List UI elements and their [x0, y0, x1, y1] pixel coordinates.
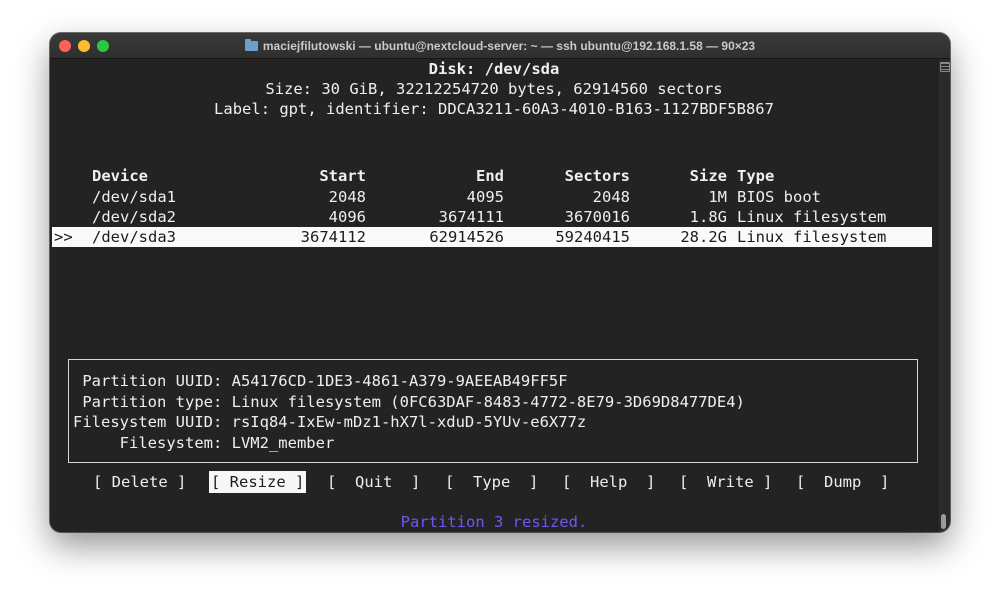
row-start: 2048: [328, 188, 366, 206]
scrollbar-thumb[interactable]: [941, 514, 946, 529]
scroll-marks-icon: [940, 62, 950, 72]
row-type: Linux filesystem: [737, 228, 887, 246]
resize-button[interactable]: [ Resize ]: [209, 471, 307, 493]
window-title: maciejfilutowski — ubuntu@nextcloud-serv…: [262, 38, 756, 53]
terminal-window: maciejfilutowski — ubuntu@nextcloud-serv…: [50, 33, 950, 532]
header-size: Size: [689, 167, 727, 185]
row-size: 28.2G: [680, 228, 727, 246]
row-end: 4095: [466, 188, 504, 206]
selection-marker: >>: [54, 228, 73, 246]
filesystem-line: Filesystem: LVM2_member: [73, 434, 335, 452]
row-end: 62914526: [429, 228, 504, 246]
header-device: Device: [92, 167, 148, 185]
title-bar: maciejfilutowski — ubuntu@nextcloud-serv…: [50, 33, 950, 59]
header-sectors: Sectors: [564, 167, 630, 185]
type-button[interactable]: [ Type ]: [445, 471, 538, 493]
row-type: BIOS boot: [737, 188, 821, 206]
vertical-scrollbar[interactable]: [937, 59, 950, 532]
partition-row-sda3-selected[interactable]: >> /dev/sda3 3674112 62914526 59240415 2…: [52, 227, 932, 247]
row-device: /dev/sda3: [92, 228, 176, 246]
help-button[interactable]: [ Help ]: [562, 471, 655, 493]
row-size: 1M: [708, 188, 727, 206]
write-button[interactable]: [ Write ]: [679, 471, 772, 493]
partition-type-line: Partition type: Linux filesystem (0FC63D…: [73, 393, 745, 411]
row-sectors: 2048: [592, 188, 630, 206]
folder-icon: [244, 38, 258, 51]
terminal-content[interactable]: Disk: /dev/sda Size: 30 GiB, 32212254720…: [50, 59, 938, 532]
disk-label-line: Label: gpt, identifier: DDCA3211-60A3-40…: [214, 100, 774, 118]
delete-button[interactable]: [ Delete ]: [93, 471, 186, 493]
filesystem-uuid-line: Filesystem UUID: rsIq84-IxEw-mDz1-hX7l-x…: [73, 413, 587, 431]
quit-button[interactable]: [ Quit ]: [327, 471, 420, 493]
partition-uuid-line: Partition UUID: A54176CD-1DE3-4861-A379-…: [73, 372, 568, 390]
row-sectors: 59240415: [555, 228, 630, 246]
disk-heading: Disk: /dev/sda: [428, 60, 560, 78]
row-device: /dev/sda2: [92, 208, 176, 226]
row-type: Linux filesystem: [737, 208, 887, 226]
window-title-area: maciejfilutowski — ubuntu@nextcloud-serv…: [50, 33, 950, 58]
header-end: End: [476, 167, 504, 185]
disk-size-line: Size: 30 GiB, 32212254720 bytes, 6291456…: [265, 80, 723, 98]
dump-button[interactable]: [ Dump ]: [796, 471, 889, 493]
header-start: Start: [319, 167, 366, 185]
row-device: /dev/sda1: [92, 188, 176, 206]
row-start: 4096: [328, 208, 366, 226]
row-size: 1.8G: [689, 208, 727, 226]
header-type: Type: [737, 167, 775, 185]
status-message: Partition 3 resized.: [400, 513, 588, 531]
partition-info-box: Partition UUID: A54176CD-1DE3-4861-A379-…: [68, 359, 918, 463]
row-end: 3674111: [438, 208, 504, 226]
row-sectors: 3670016: [564, 208, 630, 226]
row-start: 3674112: [300, 228, 366, 246]
